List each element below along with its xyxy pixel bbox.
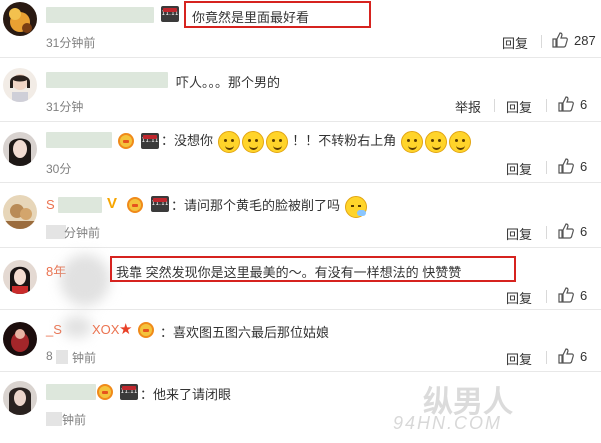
comment-item: S V 11.11 ：请问那个黄毛的脸被削了吗 分钟前 回复 6 xyxy=(0,183,601,246)
highlight-box xyxy=(110,256,516,282)
username-blurred[interactable] xyxy=(46,72,168,88)
thumbs-up-icon[interactable] xyxy=(558,287,574,303)
divider xyxy=(494,99,495,112)
reply-button[interactable]: 回复 xyxy=(506,349,532,368)
reply-button[interactable]: 回复 xyxy=(506,97,532,116)
username-tail[interactable]: XOX xyxy=(92,322,119,337)
blur-smear xyxy=(62,316,92,338)
comment-item: 11.11 ：没想你 ！！不转粉右上角 30分 回复 6 xyxy=(0,122,601,180)
smile-emoji-icon xyxy=(448,130,471,153)
comment-time: 31分钟 xyxy=(46,100,84,114)
vip-crown-icon xyxy=(97,384,113,400)
thumbs-up-icon[interactable] xyxy=(558,223,574,239)
username[interactable]: S xyxy=(46,197,55,212)
highlight-box xyxy=(184,1,371,28)
comment-time: 钟前 xyxy=(62,413,87,427)
avatar[interactable] xyxy=(3,68,37,102)
reply-button[interactable]: 回复 xyxy=(506,288,532,307)
thumbs-up-icon[interactable] xyxy=(558,96,574,112)
comment-text-part: ：没想你 xyxy=(161,133,214,148)
divider xyxy=(546,290,547,303)
time-blurred xyxy=(46,412,62,426)
comment-text: ：没想你 ！！不转粉右上角 xyxy=(161,130,472,153)
watermark: 纵男人 94HN.COM xyxy=(383,377,593,437)
time-blurred xyxy=(56,350,68,364)
thumbs-up-icon[interactable] xyxy=(558,158,574,174)
divider xyxy=(541,35,542,48)
comment-time: 30分 xyxy=(46,162,72,176)
like-count: 6 xyxy=(580,224,588,239)
verified-v-icon: V xyxy=(107,195,118,212)
comment-item: 11.11 你竟然是里面最好看 31分钟前 回复 287 xyxy=(0,0,601,55)
username-blurred[interactable] xyxy=(46,7,154,23)
divider xyxy=(546,351,547,364)
comment-text-part: ：请问那个黄毛的脸被削了吗 xyxy=(171,198,341,213)
comment-item: 吓人。。。那个男的 31分钟 举报 回复 6 xyxy=(0,58,601,120)
double-eleven-badge-icon: 11.11 xyxy=(151,196,169,212)
thumbs-up-icon[interactable] xyxy=(558,348,574,364)
star-icon: ★ xyxy=(119,321,133,338)
blur-smear xyxy=(60,254,110,306)
divider xyxy=(546,161,547,174)
smile-emoji-icon xyxy=(424,130,447,153)
like-count: 287 xyxy=(574,33,596,48)
double-eleven-badge-icon: 11.11 xyxy=(120,384,138,400)
like-count: 6 xyxy=(580,288,588,303)
like-count: 6 xyxy=(580,349,588,364)
smile-emoji-icon xyxy=(241,130,264,153)
avatar[interactable] xyxy=(3,381,37,415)
double-eleven-badge-icon: 11.11 xyxy=(161,6,179,22)
like-count: 6 xyxy=(580,97,588,112)
double-eleven-badge-icon: 11.11 xyxy=(141,133,159,149)
smile-emoji-icon xyxy=(217,130,240,153)
comment-feed: 11.11 你竟然是里面最好看 31分钟前 回复 287 吓人。。。那个男的 3… xyxy=(0,0,601,443)
comment-time: 8 xyxy=(46,349,53,363)
comment-time-tail: 钟前 xyxy=(72,351,97,365)
comment-text: ：他来了请闭眼 xyxy=(140,387,232,402)
comment-text: ：请问那个黄毛的脸被削了吗 xyxy=(171,195,368,218)
divider xyxy=(546,226,547,239)
thumbs-up-icon[interactable] xyxy=(552,32,568,48)
comment-text: 吓人。。。那个男的 xyxy=(176,75,281,90)
comment-text: ：喜欢图五图六最后那位姑娘 xyxy=(160,325,330,340)
report-button[interactable]: 举报 xyxy=(455,97,481,116)
watermark-url: 94HN.COM xyxy=(393,413,503,433)
smile-emoji-icon xyxy=(400,130,423,153)
username[interactable]: _S xyxy=(46,322,62,337)
username-blurred[interactable] xyxy=(46,384,96,400)
comment-text-part: ！！不转粉右上角 xyxy=(292,133,397,148)
avatar[interactable] xyxy=(3,2,37,36)
scratch-head-emoji-icon xyxy=(344,195,367,218)
time-blurred xyxy=(46,225,66,239)
divider xyxy=(546,99,547,112)
avatar[interactable] xyxy=(3,132,37,166)
comment-time: 分钟前 xyxy=(64,226,101,240)
vip-crown-icon xyxy=(127,197,143,213)
comment-item: 8年 我靠 突然发现你是这里最美的～。有没有一样想法的 快赞赞 回复 6 xyxy=(0,248,601,308)
reply-button[interactable]: 回复 xyxy=(506,224,532,243)
vip-crown-icon xyxy=(138,322,154,338)
avatar[interactable] xyxy=(3,322,37,356)
smile-emoji-icon xyxy=(265,130,288,153)
avatar[interactable] xyxy=(3,195,37,229)
vip-crown-icon xyxy=(118,133,134,149)
like-count: 6 xyxy=(580,159,588,174)
username-blurred[interactable] xyxy=(58,197,102,213)
reply-button[interactable]: 回复 xyxy=(506,159,532,178)
avatar[interactable] xyxy=(3,260,37,294)
username-blurred[interactable] xyxy=(46,132,112,148)
comment-time: 31分钟前 xyxy=(46,36,96,50)
reply-button[interactable]: 回复 xyxy=(502,33,528,52)
comment-item: _S XOX ★ ：喜欢图五图六最后那位姑娘 8 钟前 回复 6 xyxy=(0,310,601,370)
